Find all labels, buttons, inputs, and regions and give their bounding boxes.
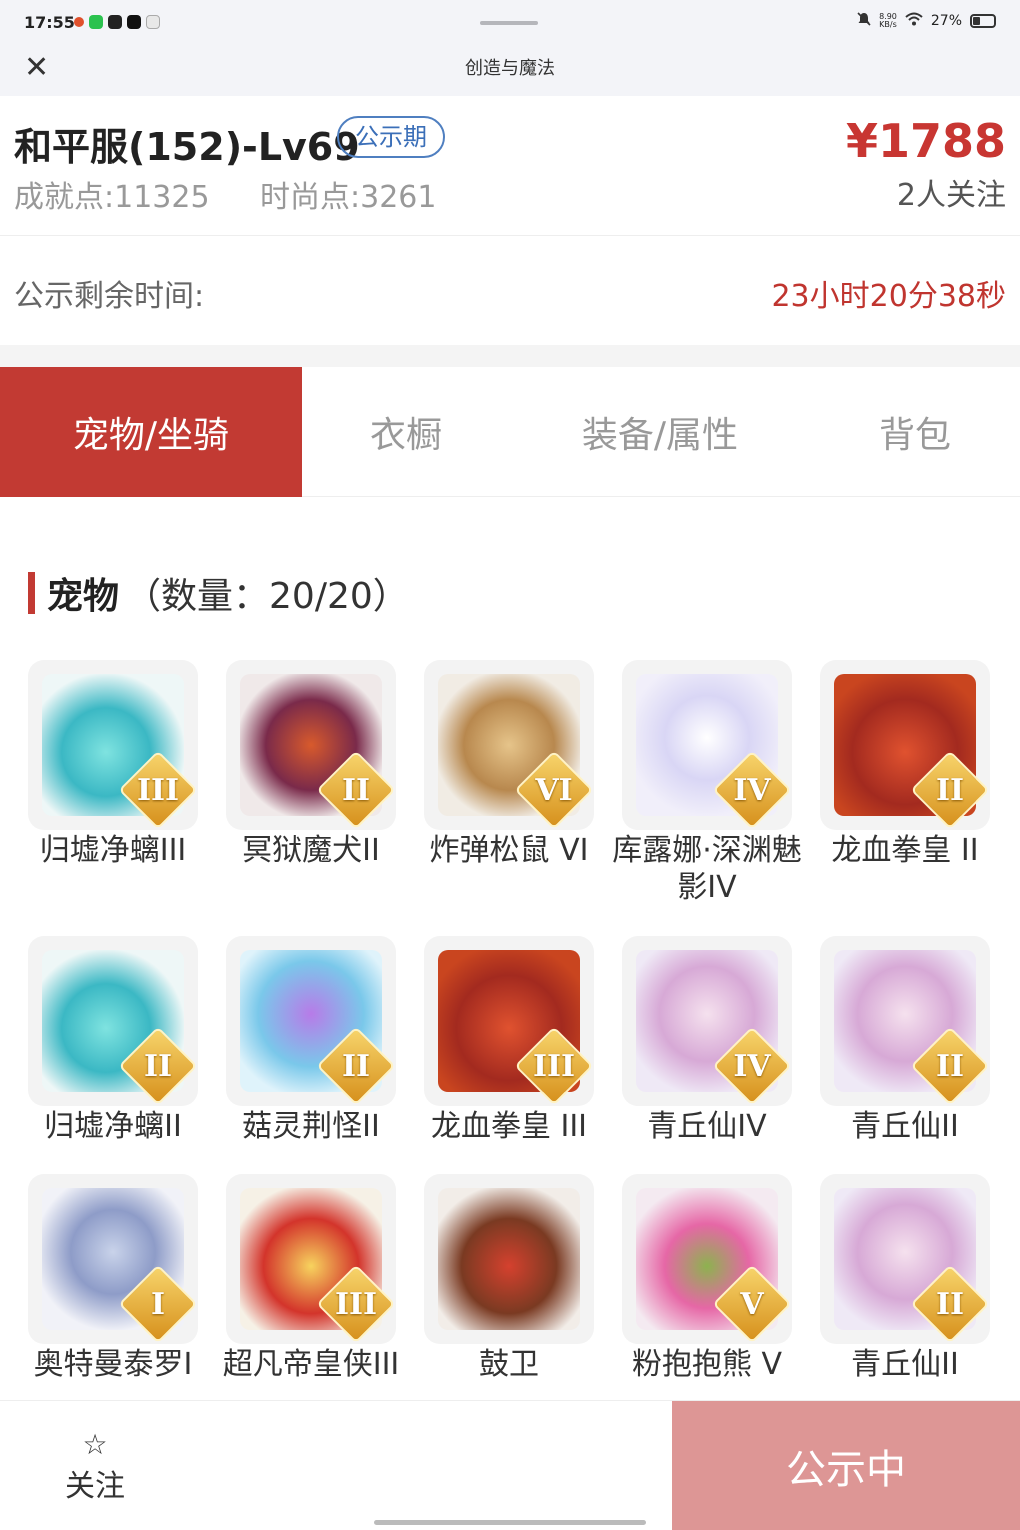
page-title: 创造与魔法 — [465, 58, 555, 79]
battery-icon — [970, 14, 996, 28]
tier-label: III — [136, 773, 180, 808]
window-drag-handle[interactable] — [480, 21, 538, 25]
app-notification-icon — [146, 15, 160, 29]
wechat-icon — [89, 15, 103, 29]
tier-label: III — [532, 1049, 576, 1084]
pet-thumbnail: II — [820, 1174, 990, 1344]
network-speed-unit: KB/s — [879, 20, 897, 29]
tab-pets-mounts[interactable]: 宠物/坐骑 — [0, 367, 302, 497]
section-header: 宠物 （数量：20/20） — [28, 570, 409, 617]
tier-label: II — [935, 1287, 965, 1322]
countdown-label: 公示剩余时间: — [14, 279, 205, 314]
pet-name: 库露娜·深渊魅影IV — [612, 833, 802, 905]
pet-name: 鼓卫 — [479, 1347, 539, 1382]
status-indicators: 8.90 KB/s 27% — [857, 12, 996, 30]
pet-name: 冥狱魔犬II — [242, 833, 380, 868]
follower-count: 2人关注 — [896, 178, 1006, 213]
achievement-points: 成就点:11325 — [14, 180, 210, 215]
app-notification-icon — [108, 15, 122, 29]
pet-thumbnail: I — [28, 1174, 198, 1344]
follow-label: 关注 — [65, 1469, 125, 1504]
countdown-row: 公示剩余时间: 23小时20分38秒 — [0, 237, 1020, 345]
status-badge: 公示期 — [337, 116, 445, 158]
tier-label: II — [935, 773, 965, 808]
tier-label: II — [341, 773, 371, 808]
pet-thumbnail: II — [820, 660, 990, 830]
countdown-value: 23小时20分38秒 — [771, 279, 1006, 314]
account-title: 和平服(152)-Lv69 — [14, 125, 360, 169]
tier-label: IV — [733, 1049, 771, 1084]
tab-bar: 宠物/坐骑 衣橱 装备/属性 背包 — [0, 367, 1020, 497]
pet-thumbnail: III — [226, 1174, 396, 1344]
pet-name: 龙血拳皇 III — [430, 1109, 588, 1144]
notification-icons — [74, 15, 160, 29]
pet-name: 归墟净螭III — [39, 833, 187, 868]
home-indicator[interactable] — [374, 1520, 646, 1525]
tier-label: II — [935, 1049, 965, 1084]
tier-label: IV — [733, 773, 771, 808]
tab-backpack[interactable]: 背包 — [810, 367, 1020, 497]
battery-percent: 27% — [930, 13, 962, 29]
pet-name: 菇灵荆怪II — [242, 1109, 380, 1144]
price: ¥1788 — [845, 114, 1006, 168]
bottom-action-bar: ☆ 关注 公示中 — [0, 1400, 1020, 1530]
pet-name: 炸弹松鼠 VI — [429, 833, 589, 868]
account-header: 和平服(152)-Lv69 公示期 成就点:11325 时尚点:3261 ¥17… — [0, 96, 1020, 236]
pet-name: 青丘仙IV — [647, 1109, 767, 1144]
app-notification-icon — [74, 17, 84, 27]
pet-name: 青丘仙II — [851, 1347, 959, 1382]
section-marker — [28, 572, 35, 614]
status-bar: 17:55 8.90 KB/s 27% — [0, 0, 1020, 46]
publicity-status-button[interactable]: 公示中 — [672, 1401, 1020, 1530]
follow-button[interactable]: ☆ 关注 — [40, 1429, 150, 1505]
section-count: （数量：20/20） — [125, 576, 409, 617]
section-divider — [0, 345, 1020, 367]
tier-label: II — [341, 1049, 371, 1084]
pet-thumbnail: IV — [622, 660, 792, 830]
fashion-points: 时尚点:3261 — [260, 180, 437, 215]
mute-icon — [857, 12, 871, 30]
pet-thumbnail: III — [28, 660, 198, 830]
section-title: 宠物 — [47, 576, 120, 617]
status-time: 17:55 — [24, 13, 75, 32]
pet-thumbnail: II — [820, 936, 990, 1106]
pet-thumbnail: VI — [424, 660, 594, 830]
tier-label: I — [150, 1287, 166, 1322]
pet-thumbnail: III — [424, 936, 594, 1106]
pet-thumbnail: II — [226, 936, 396, 1106]
pet-thumbnail: V — [622, 1174, 792, 1344]
wifi-icon — [905, 12, 923, 30]
tier-label: II — [143, 1049, 173, 1084]
nav-bar: ✕ 创造与魔法 — [0, 46, 1020, 96]
pet-thumbnail: II — [28, 936, 198, 1106]
network-speed: 8.90 KB/s — [879, 13, 897, 29]
tier-label: VI — [535, 773, 573, 808]
pet-thumbnail — [424, 1174, 594, 1344]
pet-name: 归墟净螭II — [44, 1109, 182, 1144]
pet-name: 超凡帝皇侠III — [222, 1347, 400, 1382]
pet-name: 青丘仙II — [851, 1109, 959, 1144]
pet-name: 粉抱抱熊 V — [631, 1347, 783, 1382]
tier-label: III — [334, 1287, 378, 1322]
tab-equipment[interactable]: 装备/属性 — [510, 367, 810, 497]
drum-guard-image — [438, 1188, 580, 1330]
star-icon: ☆ — [82, 1428, 108, 1461]
pet-name: 奥特曼泰罗I — [33, 1347, 193, 1382]
pet-name: 龙血拳皇 II — [831, 833, 979, 868]
pet-thumbnail: IV — [622, 936, 792, 1106]
pet-thumbnail: II — [226, 660, 396, 830]
tier-label: V — [740, 1287, 764, 1322]
tiktok-icon — [127, 15, 141, 29]
tab-wardrobe[interactable]: 衣橱 — [302, 367, 510, 497]
